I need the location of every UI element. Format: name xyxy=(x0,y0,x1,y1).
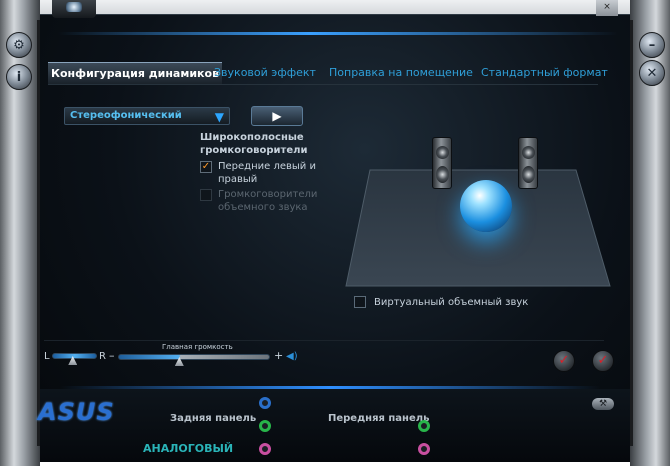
front-lr-option[interactable]: ✓ Передние левый и правый xyxy=(200,160,318,186)
balance-left-label: L xyxy=(44,351,50,362)
rear-line-in-jack-icon[interactable] xyxy=(259,397,271,409)
rear-mic-jack-icon[interactable] xyxy=(259,443,271,455)
rear-line-out-jack-icon[interactable] xyxy=(259,420,271,432)
rear-panel-label: Задняя панель xyxy=(170,413,257,424)
bottom-panel xyxy=(40,389,630,462)
listener-sphere[interactable] xyxy=(460,180,512,232)
master-volume-slider[interactable] xyxy=(118,354,270,360)
settings-gear-icon[interactable]: ⚙ xyxy=(6,32,32,58)
bottom-glow-line xyxy=(60,386,600,389)
tab-sound-effect[interactable]: Звуковой эффект xyxy=(214,62,316,84)
play-test-button[interactable]: ▶ xyxy=(251,106,303,126)
balance-slider[interactable] xyxy=(52,353,97,359)
surround-label: Громкоговорители объемного звука xyxy=(218,189,318,213)
virtual-surround-checkbox[interactable] xyxy=(354,296,366,308)
chevron-down-icon: ▼ xyxy=(214,110,224,124)
minimize-icon[interactable]: – xyxy=(639,32,665,58)
surround-checkbox xyxy=(200,189,212,201)
virtual-surround-option[interactable]: Виртуальный объемный звук xyxy=(354,296,528,308)
speaker-mode-value: Стереофонический xyxy=(70,110,182,121)
volume-plus: + xyxy=(274,349,284,362)
tab-speaker-config[interactable]: Конфигурация динамиков xyxy=(48,62,223,84)
front-panel-label: Передняя панель xyxy=(328,413,430,424)
play-icon: ▶ xyxy=(272,109,282,123)
front-lr-checkbox[interactable]: ✓ xyxy=(200,161,212,173)
master-volume-label: Главная громкость xyxy=(162,343,233,351)
balance-right-label: R xyxy=(99,351,106,362)
volume-divider xyxy=(44,340,604,341)
window-frame: ⨯ ⚙ i – ✕ Конфигурация динамиков Звуково… xyxy=(0,0,670,466)
device-indicator xyxy=(52,0,96,18)
left-speaker-icon[interactable] xyxy=(432,137,452,189)
front-mic-jack-icon[interactable] xyxy=(418,443,430,455)
front-headphone-jack-icon[interactable] xyxy=(418,420,430,432)
speaker-mode-select[interactable]: Стереофонический ▼ xyxy=(64,107,230,125)
speaker-volume-icon[interactable]: ◀) xyxy=(286,351,298,362)
tab-room-correction[interactable]: Поправка на помещение xyxy=(329,62,473,84)
close-icon[interactable]: ⨯ xyxy=(596,0,618,16)
asus-logo: ASUS xyxy=(38,398,115,426)
front-lr-label: Передние левый и правый xyxy=(218,161,316,185)
wrench-icon[interactable]: ⚒ xyxy=(592,398,614,410)
info-icon[interactable]: i xyxy=(6,64,32,90)
fullrange-speakers-title: Широкополосные громкоговорители xyxy=(200,132,308,156)
analog-label: АНАЛОГОВЫЙ xyxy=(143,442,234,455)
virtual-surround-label: Виртуальный объемный звук xyxy=(374,296,529,308)
tab-default-format[interactable]: Стандартный формат xyxy=(481,62,608,84)
surround-option: Громкоговорители объемного звука xyxy=(200,188,318,214)
set-default-check-icon[interactable]: ✓ xyxy=(553,350,575,372)
right-speaker-icon[interactable] xyxy=(518,137,538,189)
top-glow-line xyxy=(58,32,618,35)
tab-divider xyxy=(48,84,598,85)
close-button-icon[interactable]: ✕ xyxy=(639,60,665,86)
default-device-icon[interactable]: ✓ xyxy=(592,350,614,372)
volume-minus: – xyxy=(109,349,115,362)
tab-bar: Конфигурация динамиков Звуковой эффект П… xyxy=(48,62,608,84)
